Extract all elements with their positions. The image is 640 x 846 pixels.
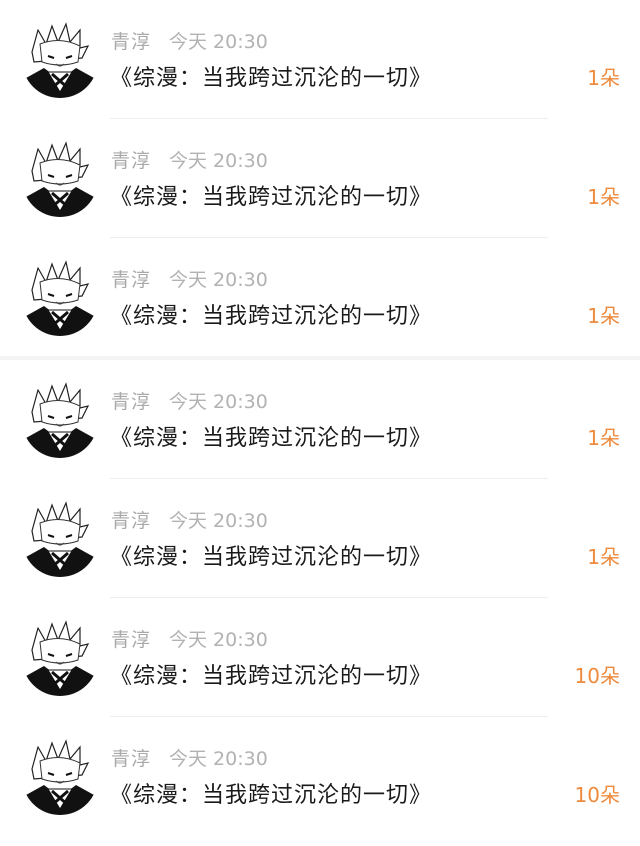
- avatar[interactable]: [22, 620, 98, 696]
- anime-character-avatar-icon: [22, 739, 98, 815]
- gift-message-list: 青淳 今天 20:30 《综漫：当我跨过沉沦的一切》 1朵 青淳 今天 20:3…: [0, 0, 640, 846]
- avatar[interactable]: [22, 22, 98, 98]
- gift-count: 1朵: [587, 66, 620, 90]
- anime-character-avatar-icon: [22, 260, 98, 336]
- avatar[interactable]: [22, 141, 98, 217]
- gift-count: 1朵: [587, 545, 620, 569]
- message-meta: 青淳 今天 20:30: [111, 386, 268, 414]
- gift-count: 10朵: [574, 664, 620, 688]
- sender-name[interactable]: 青淳: [111, 625, 151, 652]
- sender-name[interactable]: 青淳: [111, 27, 151, 54]
- anime-character-avatar-icon: [22, 22, 98, 98]
- avatar[interactable]: [22, 382, 98, 458]
- sender-name[interactable]: 青淳: [111, 744, 151, 771]
- message-row[interactable]: 青淳 今天 20:30 《综漫：当我跨过沉沦的一切》 1朵: [0, 119, 640, 238]
- message-meta: 青淳 今天 20:30: [111, 145, 268, 173]
- message-time: 今天 20:30: [169, 268, 268, 291]
- message-time: 今天 20:30: [169, 509, 268, 532]
- message-meta: 青淳 今天 20:30: [111, 264, 268, 292]
- book-title[interactable]: 《综漫：当我跨过沉沦的一切》: [110, 658, 432, 690]
- book-title[interactable]: 《综漫：当我跨过沉沦的一切》: [110, 777, 432, 809]
- gift-count: 1朵: [587, 426, 620, 450]
- avatar[interactable]: [22, 501, 98, 577]
- book-title[interactable]: 《综漫：当我跨过沉沦的一切》: [110, 60, 432, 92]
- message-time: 今天 20:30: [169, 628, 268, 651]
- message-meta: 青淳 今天 20:30: [111, 624, 268, 652]
- message-row[interactable]: 青淳 今天 20:30 《综漫：当我跨过沉沦的一切》 1朵: [0, 238, 640, 357]
- message-row[interactable]: 青淳 今天 20:30 《综漫：当我跨过沉沦的一切》 1朵: [0, 479, 640, 598]
- avatar[interactable]: [22, 260, 98, 336]
- message-row[interactable]: 青淳 今天 20:30 《综漫：当我跨过沉沦的一切》 10朵: [0, 717, 640, 836]
- message-time: 今天 20:30: [169, 149, 268, 172]
- sender-name[interactable]: 青淳: [111, 506, 151, 533]
- avatar[interactable]: [22, 739, 98, 815]
- message-meta: 青淳 今天 20:30: [111, 505, 268, 533]
- message-time: 今天 20:30: [169, 390, 268, 413]
- sender-name[interactable]: 青淳: [111, 387, 151, 414]
- book-title[interactable]: 《综漫：当我跨过沉沦的一切》: [110, 179, 432, 211]
- message-row[interactable]: 青淳 今天 20:30 《综漫：当我跨过沉沦的一切》 10朵: [0, 598, 640, 717]
- book-title[interactable]: 《综漫：当我跨过沉沦的一切》: [110, 420, 432, 452]
- message-time: 今天 20:30: [169, 747, 268, 770]
- message-time: 今天 20:30: [169, 30, 268, 53]
- message-meta: 青淳 今天 20:30: [111, 743, 268, 771]
- anime-character-avatar-icon: [22, 141, 98, 217]
- message-row[interactable]: 青淳 今天 20:30 《综漫：当我跨过沉沦的一切》 1朵: [0, 0, 640, 119]
- book-title[interactable]: 《综漫：当我跨过沉沦的一切》: [110, 298, 432, 330]
- gift-count: 10朵: [574, 783, 620, 807]
- gift-count: 1朵: [587, 185, 620, 209]
- sender-name[interactable]: 青淳: [111, 146, 151, 173]
- sender-name[interactable]: 青淳: [111, 265, 151, 292]
- book-title[interactable]: 《综漫：当我跨过沉沦的一切》: [110, 539, 432, 571]
- anime-character-avatar-icon: [22, 620, 98, 696]
- message-row[interactable]: 青淳 今天 20:30 《综漫：当我跨过沉沦的一切》 1朵: [0, 360, 640, 479]
- gift-count: 1朵: [587, 304, 620, 328]
- message-meta: 青淳 今天 20:30: [111, 26, 268, 54]
- anime-character-avatar-icon: [22, 382, 98, 458]
- anime-character-avatar-icon: [22, 501, 98, 577]
